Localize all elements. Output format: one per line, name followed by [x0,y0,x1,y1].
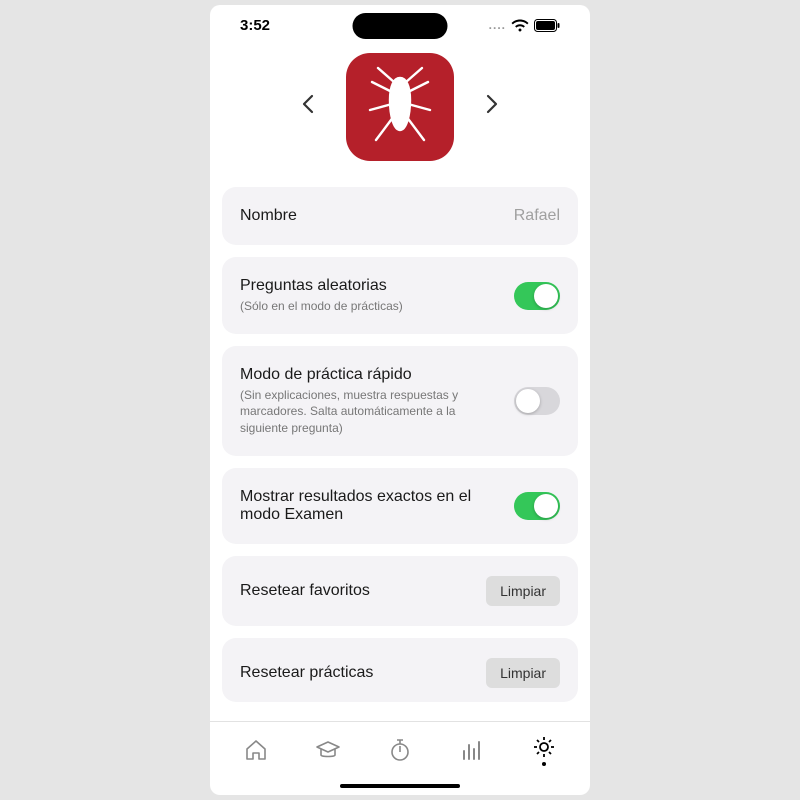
gear-icon [531,734,557,760]
reset-practice-button[interactable]: Limpiar [486,658,560,688]
name-value: Rafael [514,207,560,225]
fast-sub: (Sin explicaciones, muestra respuestas y… [240,387,504,436]
settings-list: Nombre Rafael Preguntas aleatorias (Sólo… [210,187,590,721]
name-row[interactable]: Nombre Rafael [222,187,578,245]
tab-home[interactable] [243,737,269,763]
resetprac-label: Resetear prácticas [240,664,476,682]
avatar-next-button[interactable] [478,86,506,128]
graduation-cap-icon [315,737,341,763]
battery-icon [534,19,560,32]
random-sub: (Sólo en el modo de prácticas) [240,298,504,314]
wifi-icon [511,19,529,32]
avatar-selector [210,45,590,187]
random-toggle[interactable] [514,282,560,310]
avatar-image[interactable] [346,53,454,161]
status-icons: .... [489,18,560,32]
fast-practice-row: Modo de práctica rápido (Sin explicacion… [222,346,578,456]
tab-settings[interactable] [531,734,557,766]
status-time: 3:52 [240,17,270,34]
exact-toggle[interactable] [514,492,560,520]
dynamic-island [353,13,448,39]
exact-label: Mostrar resultados exactos en el modo Ex… [240,488,504,524]
random-label: Preguntas aleatorias [240,277,504,295]
phone-frame: 3:52 .... [210,5,590,795]
tab-bar [210,721,590,777]
tab-timer[interactable] [387,737,413,763]
home-icon [243,737,269,763]
name-label: Nombre [240,207,504,225]
spider-icon [364,64,436,150]
random-questions-row: Preguntas aleatorias (Sólo en el modo de… [222,257,578,334]
home-indicator[interactable] [210,777,590,795]
exact-results-row: Mostrar resultados exactos en el modo Ex… [222,468,578,544]
tab-education[interactable] [315,737,341,763]
reset-favorites-row: Resetear favoritos Limpiar [222,556,578,626]
stopwatch-icon [387,737,413,763]
fast-toggle[interactable] [514,387,560,415]
reset-favorites-button[interactable]: Limpiar [486,576,560,606]
tab-stats[interactable] [459,737,485,763]
fast-label: Modo de práctica rápido [240,366,504,384]
cellular-dots: .... [489,18,506,32]
avatar-prev-button[interactable] [294,86,322,128]
status-bar: 3:52 .... [210,5,590,45]
reset-practice-row: Resetear prácticas Limpiar [222,638,578,702]
bars-icon [459,737,485,763]
resetfav-label: Resetear favoritos [240,582,476,600]
tab-active-dot [542,762,546,766]
